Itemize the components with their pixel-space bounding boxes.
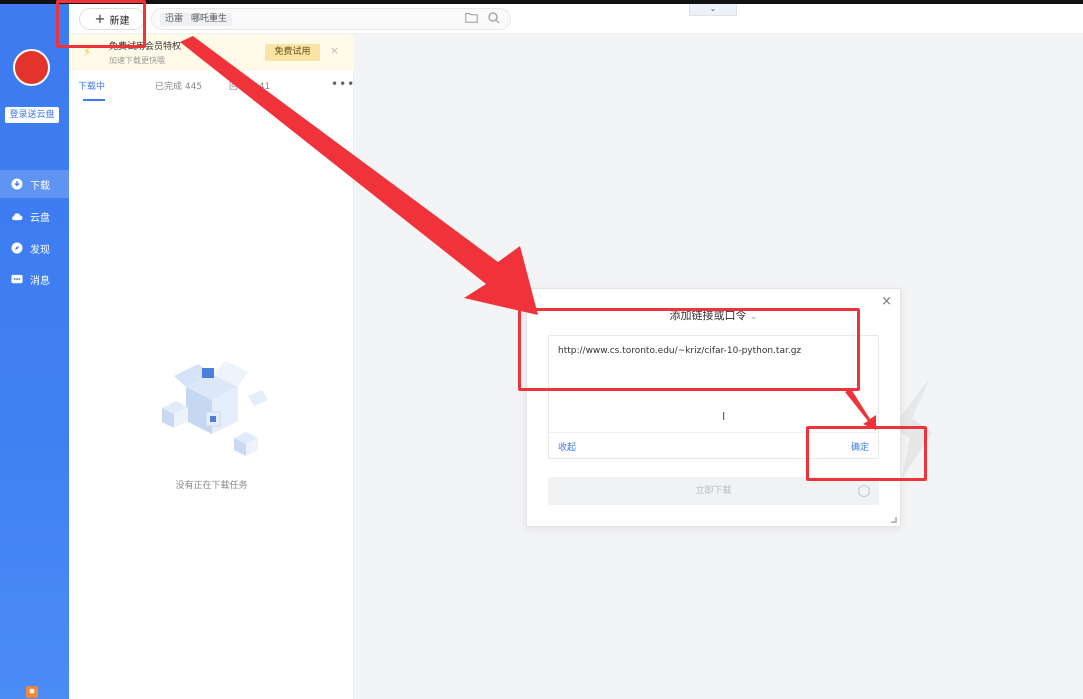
left-sidebar: 登录送云盘 下载 云盘 发现 消息 ✹ [0,4,69,699]
download-now-button[interactable]: 立即下载 [548,477,879,505]
avatar[interactable] [13,49,50,86]
vip-promo-banner: ⚡ 免费试用会员特权 加速下载更快哦 免费试用 × [69,34,354,71]
plus-icon: + [94,11,106,27]
top-toolbar: + 新建 迅雷 哪吒重生 [69,4,1083,34]
chevron-down-icon: ⌄ [709,4,717,13]
compass-icon [11,242,23,254]
confirm-button[interactable]: 确定 [851,440,869,453]
promo-subtitle: 加速下载更快哦 [109,56,165,65]
lightning-icon: ⚡ [83,45,92,59]
promo-title: 免费试用会员特权 [109,42,182,52]
dialog-title-text: 添加链接或口令 [669,309,747,322]
sidebar-item-label: 下载 [30,180,50,192]
task-tabs: 下载中 已完成 445 回收站 41 ••• [69,71,354,101]
sidebar-item-label: 发现 [30,244,50,256]
fire-icon[interactable]: ✹ [26,686,38,698]
empty-box-illustration [162,361,268,456]
search-box[interactable]: 迅雷 哪吒重生 [151,8,511,30]
empty-state-text: 没有正在下载任务 [175,481,248,491]
collapse-toggle[interactable]: ⌄ [689,4,737,16]
free-trial-button[interactable]: 免费试用 [265,44,320,61]
close-icon[interactable]: × [881,294,892,309]
link-input-footer: 收起 确定 [549,432,878,460]
link-input[interactable]: http://www.cs.toronto.edu/~kriz/cifar-10… [548,335,879,459]
new-task-label: 新建 [109,15,130,27]
search-tag[interactable]: 迅雷 [160,13,189,26]
tab-completed[interactable]: 已完成 445 [155,79,202,92]
message-icon [11,273,23,285]
close-icon[interactable]: × [330,44,339,57]
tab-downloading[interactable]: 下载中 [78,79,105,92]
sidebar-item-label: 云盘 [30,212,50,224]
chevron-down-icon[interactable]: ⌄ [750,312,758,322]
add-link-dialog: 添加链接或口令 ⌄ × http://www.cs.toronto.edu/~k… [526,288,901,527]
active-tab-indicator [83,99,105,101]
folder-icon[interactable] [465,12,478,27]
sidebar-item-label: 消息 [30,275,50,287]
sidebar-item-messages[interactable]: 消息 [0,265,69,293]
dialog-title: 添加链接或口令 ⌄ [527,307,900,323]
link-input-value: http://www.cs.toronto.edu/~kriz/cifar-10… [558,346,802,356]
cloud-icon [11,210,23,222]
login-cloud-button[interactable]: 登录送云盘 [5,107,59,123]
tab-recycle-bin[interactable]: 回收站 41 [229,79,270,92]
new-task-button[interactable]: + 新建 [79,8,145,30]
sidebar-item-discover[interactable]: 发现 [0,234,69,262]
search-icon[interactable] [488,12,500,27]
collapse-link[interactable]: 收起 [558,440,576,453]
sidebar-item-download[interactable]: 下载 [0,170,69,198]
search-tag[interactable]: 哪吒重生 [186,13,233,26]
more-options-icon[interactable]: ••• [331,77,355,91]
download-now-label: 立即下载 [695,486,732,496]
resize-grip-icon[interactable] [891,517,897,523]
sidebar-item-cloud[interactable]: 云盘 [0,202,69,230]
download-icon [11,178,23,190]
clock-icon[interactable] [858,485,870,497]
task-list-panel: ⚡ 免费试用会员特权 加速下载更快哦 免费试用 × 下载中 已完成 445 回收… [69,34,354,699]
text-cursor-icon: I [722,410,726,423]
